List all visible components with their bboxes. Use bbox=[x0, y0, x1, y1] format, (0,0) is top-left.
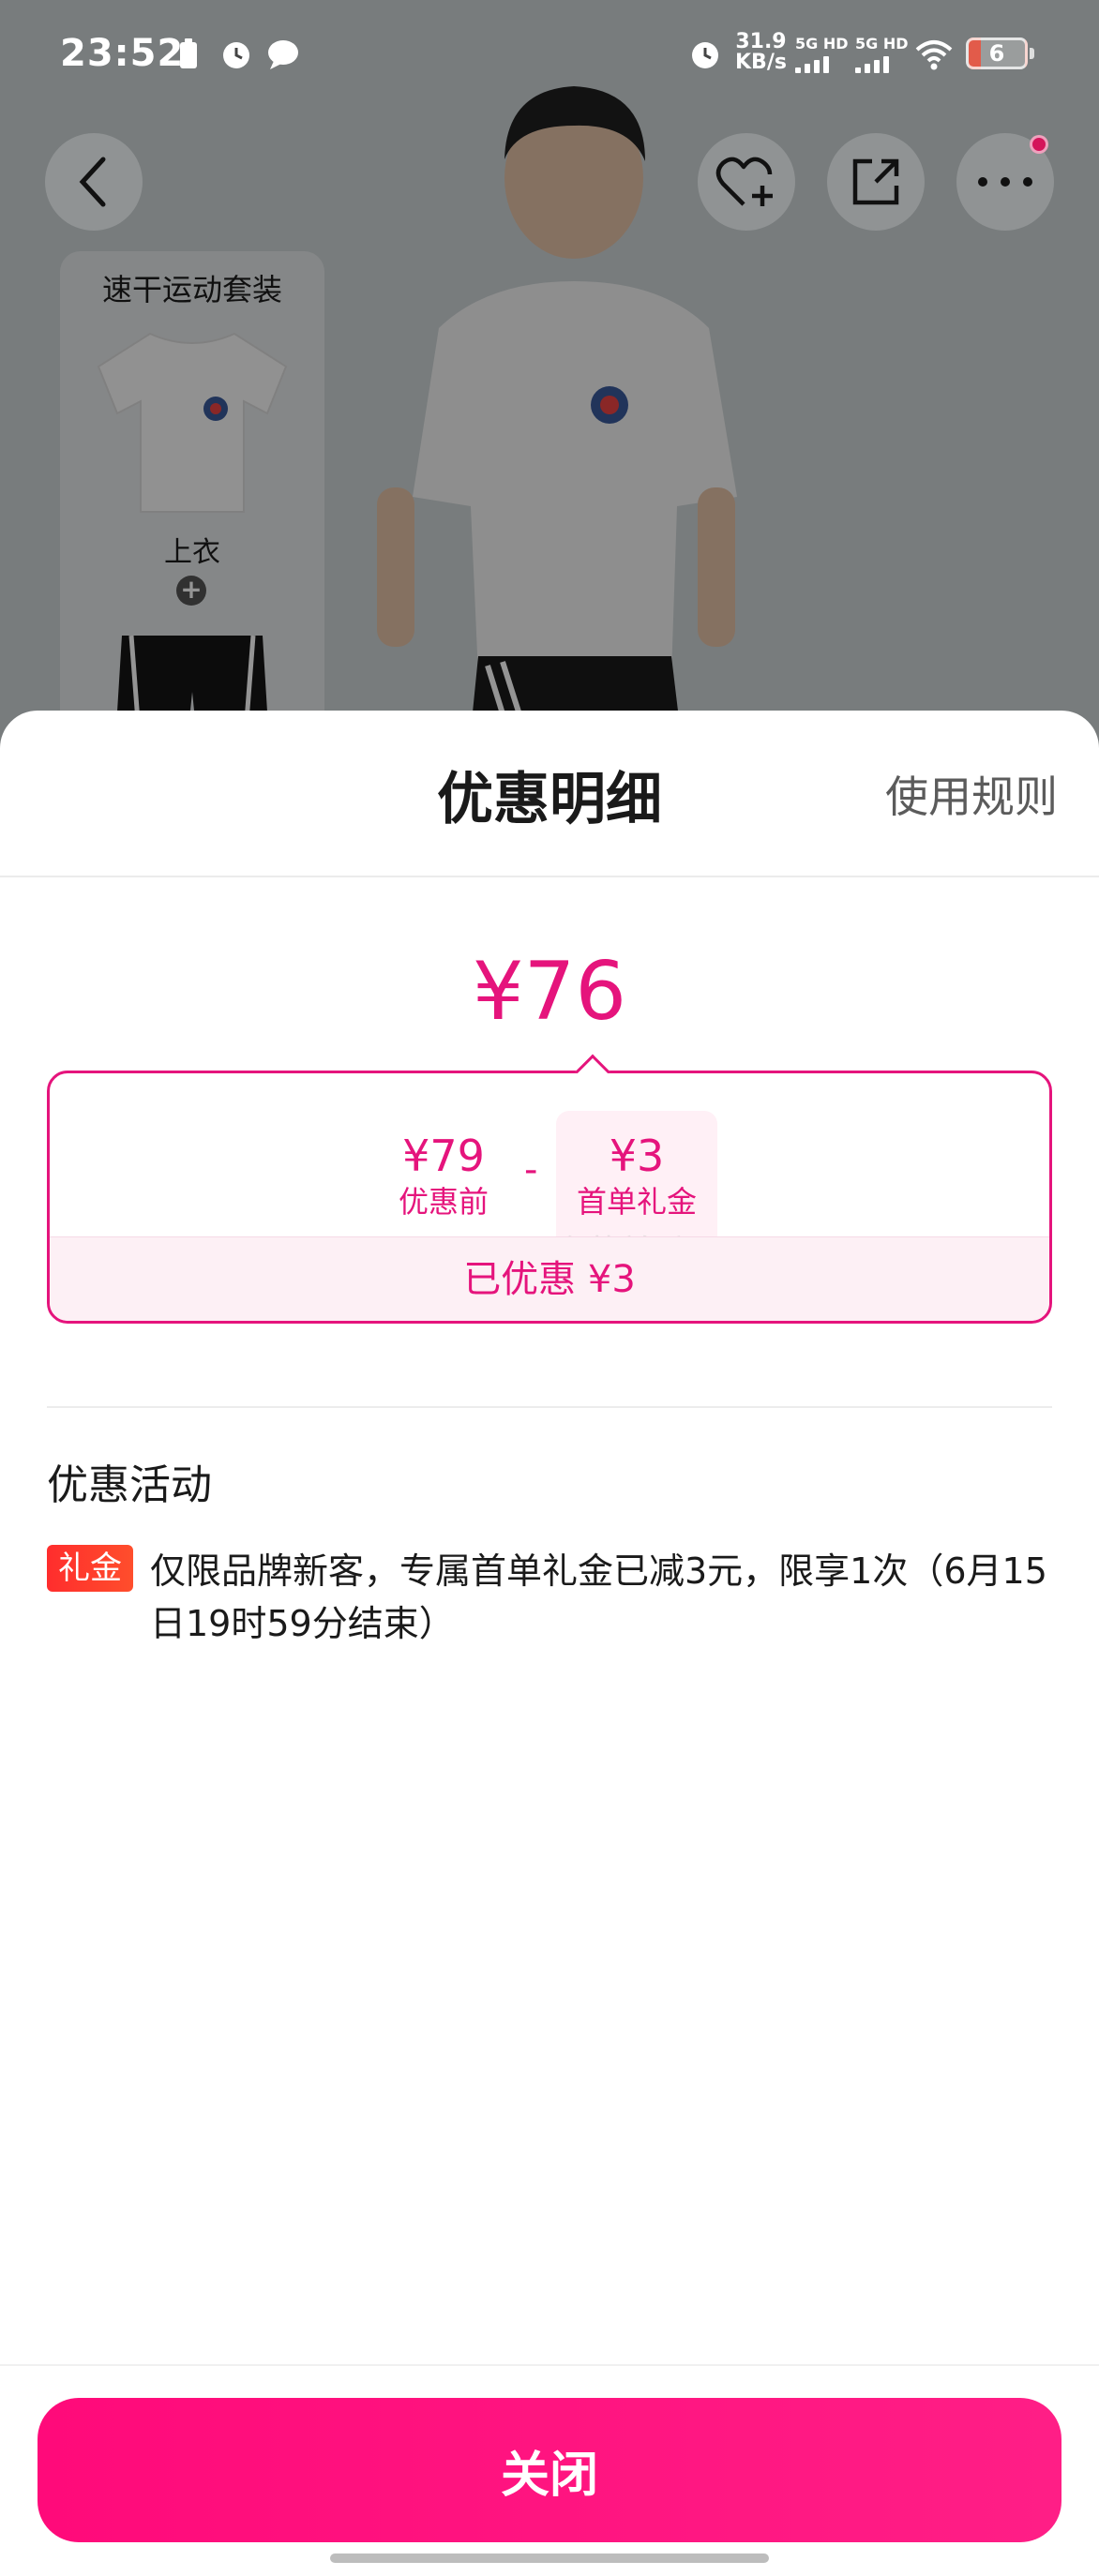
network-speed-unit: KB/s bbox=[735, 51, 787, 74]
chat-bubble-icon bbox=[266, 37, 300, 71]
discount-detail-sheet: 优惠明细 使用规则 ¥76 ¥79 优惠前 - ¥3 首单礼金 雪雪儿最会薅羊毛… bbox=[0, 711, 1099, 2576]
footer-divider bbox=[0, 2364, 1099, 2366]
alarm-icon bbox=[219, 37, 253, 71]
battery-indicator: 6 bbox=[966, 37, 1034, 69]
callout-notch bbox=[575, 1054, 610, 1089]
sim1-label: 5G HD bbox=[795, 35, 849, 52]
network-speed: 31.9 KB/s bbox=[735, 32, 787, 73]
signal-bars-icon bbox=[795, 54, 849, 73]
price-before-value: ¥79 bbox=[402, 1131, 485, 1181]
header-divider bbox=[0, 876, 1099, 877]
signal-sim1: 5G HD bbox=[795, 36, 849, 73]
sim2-label: 5G HD bbox=[855, 35, 909, 52]
saved-amount: 已优惠 ¥3 bbox=[50, 1236, 1049, 1321]
gift-tag-badge: 礼金 bbox=[47, 1545, 133, 1592]
promo-description: 仅限品牌新客，专属首单礼金已减3元，限享1次（6月15日19时59分结束） bbox=[150, 1550, 1047, 1644]
close-button[interactable]: 关闭 bbox=[38, 2398, 1061, 2542]
promo-heading: 优惠活动 bbox=[47, 1461, 212, 1509]
favorite-add-icon bbox=[715, 157, 773, 206]
status-bar: 23:52 31.9 KB/s 5G HD 5G HD 6 bbox=[0, 0, 1099, 112]
modal-overlay[interactable] bbox=[0, 0, 1099, 750]
home-indicator[interactable] bbox=[330, 2554, 769, 2563]
alarm-icon bbox=[688, 37, 722, 71]
wifi-icon bbox=[915, 37, 953, 71]
battery-saver-icon bbox=[178, 37, 199, 71]
more-button[interactable] bbox=[956, 133, 1054, 231]
price-before: ¥79 优惠前 bbox=[350, 1130, 537, 1221]
gift-value: ¥3 bbox=[609, 1131, 665, 1181]
signal-bars-icon bbox=[855, 54, 909, 73]
product-page-background: 速干运动套装 上衣 + 23:52 31.9 KB/s 5G HD 5G HD … bbox=[0, 0, 1099, 750]
gift-label: 首单礼金 bbox=[576, 1184, 697, 1220]
notification-dot bbox=[1030, 135, 1048, 154]
share-icon bbox=[852, 158, 899, 205]
back-button[interactable] bbox=[45, 133, 143, 231]
favorite-button[interactable] bbox=[698, 133, 795, 231]
minus-sign: - bbox=[524, 1148, 538, 1191]
price-calculation-box: ¥79 优惠前 - ¥3 首单礼金 雪雪儿最会薅羊毛 已优惠 ¥3 bbox=[47, 1054, 1052, 1324]
usage-rules-link[interactable]: 使用规则 bbox=[885, 763, 1058, 825]
signal-sim2: 5G HD bbox=[855, 36, 909, 73]
network-speed-value: 31.9 bbox=[735, 30, 787, 53]
back-arrow-icon bbox=[79, 157, 106, 207]
share-button[interactable] bbox=[827, 133, 925, 231]
more-icon bbox=[978, 177, 1032, 187]
section-divider bbox=[47, 1406, 1052, 1408]
first-order-gift: ¥3 首单礼金 bbox=[556, 1130, 717, 1221]
price-before-label: 优惠前 bbox=[398, 1184, 489, 1220]
status-time: 23:52 bbox=[60, 32, 185, 75]
final-price: ¥76 bbox=[472, 945, 627, 1039]
